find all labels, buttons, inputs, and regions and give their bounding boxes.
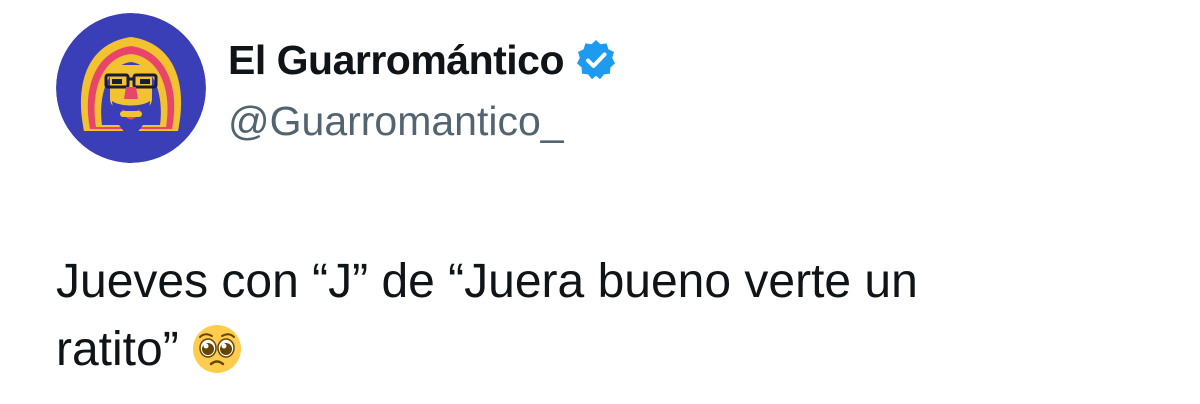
author-display-name[interactable]: El Guarromántico (228, 34, 565, 86)
tweet-text-line-2-words: ratito” (56, 323, 179, 376)
bearded-man-avatar-icon (56, 13, 206, 163)
verified-badge-icon[interactable] (574, 38, 618, 82)
author-avatar[interactable] (56, 13, 206, 163)
tweet-text: Jueves con “J” de “Juera bueno verte un … (56, 248, 1166, 384)
tweet-card: El Guarromántico @Guarromantico_ Jueves … (0, 0, 1200, 404)
pleading-face-emoji-icon (191, 323, 243, 375)
tweet-text-line-1: Jueves con “J” de “Juera bueno verte un (56, 255, 918, 308)
tweet-text-line-2: ratito” (56, 316, 1166, 384)
author-name-row: El Guarromántico (228, 34, 618, 86)
author-handle[interactable]: @Guarromantico_ (228, 95, 564, 147)
